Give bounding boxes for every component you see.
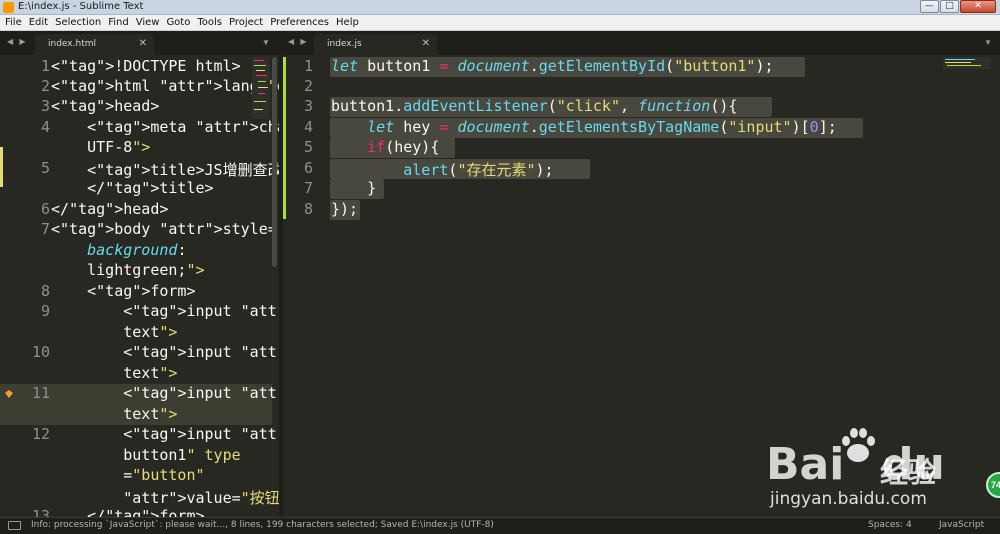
line-number: 5 [40,159,50,177]
tab-nav-arrows-icon[interactable]: ◀ ▶ [7,37,28,46]
code-line-html: <"tag">input "attr">type=" [51,384,279,402]
code-line-html: <"tag">title>JS增删查改 [51,161,279,179]
code-line-html: </"tag">head> [51,200,169,218]
line-number: 9 [40,302,50,320]
menu-find[interactable]: Find [108,15,129,30]
line-number: 7 [303,179,313,197]
line-number: 8 [40,282,50,300]
line-number: 8 [303,200,313,218]
code-line-js: let hey = document.getElementsByTagName(… [367,118,837,136]
code-line-js: } [331,179,377,197]
menu-bar: File Edit Selection Find View Goto Tools… [0,15,1000,31]
menu-file[interactable]: File [5,15,22,30]
tab-index-html[interactable]: index.html ✕ [35,34,154,55]
code-line-html: ="button" [51,466,205,484]
line-number: 13 [31,507,50,517]
line-number: 7 [40,220,50,238]
code-line-html: <"tag">form> [51,282,196,300]
line-number: 12 [31,425,50,443]
code-line-js: let button1 = document.getElementById("b… [331,57,774,75]
tab-nav-arrows-icon[interactable]: ◀ ▶ [288,37,309,46]
panel-toggle-icon[interactable] [8,521,21,530]
tab-label: index.html [48,39,96,49]
code-line-html: <"tag">html "attr">lang="en"> [51,77,279,95]
code-line-html: text"> [51,405,178,423]
editor-pane-html[interactable]: 1 2 3 4 5 6 7 8 9 10 11 12 13 <"tag">!DO… [0,55,279,517]
window-controls: — □ ✕ [920,0,996,13]
line-number: 2 [303,77,313,95]
line-number: 3 [40,97,50,115]
code-line-html: <"tag">meta "attr">charset=" [51,118,279,136]
code-line-html: text"> [51,323,178,341]
line-number: 10 [31,343,50,361]
line-number: 1 [40,57,50,75]
line-number: 4 [40,118,50,136]
code-line-js: }); [331,200,359,218]
tab-dropdown-icon[interactable]: ▼ [984,38,992,47]
tab-index-js[interactable]: index.js ✕ [314,34,437,55]
code-line-js: if(hey){ [367,138,440,156]
window-titlebar: E:\index.js - Sublime Text — □ ✕ [0,0,1000,15]
menu-goto[interactable]: Goto [166,15,190,30]
watermark-jingyan: 经验 [880,456,937,489]
code-line-html: </"tag">form> [51,507,205,517]
code-line-html: UTF-8"> [51,138,151,156]
menu-view[interactable]: View [136,15,160,30]
menu-tools[interactable]: Tools [197,15,222,30]
line-number: 6 [303,159,313,177]
line-number: 6 [40,200,50,218]
watermark-url: jingyan.baidu.com [770,489,927,509]
code-line-html: <"tag">input "attr">id=" [51,425,279,443]
right-tab-bar: ◀ ▶ index.js ✕ ▼ [281,31,1000,55]
code-line-js: alert("存在元素"); [403,161,554,179]
watermark-brand: Bai [766,439,845,490]
line-number: 3 [303,97,313,115]
code-line-html: <"tag">body "attr">style=" [51,220,279,238]
scrollbar-html[interactable] [272,57,277,267]
menu-preferences[interactable]: Preferences [270,15,329,30]
window-title: E:\index.js - Sublime Text [18,1,144,12]
left-tab-bar: ◀ ▶ index.html ✕ ▼ [0,31,281,55]
minimap-html[interactable] [252,57,270,119]
tab-close-icon[interactable]: ✕ [139,38,147,49]
code-line-html: <"tag">input "attr">type=" [51,302,279,320]
code-line-html: "attr">value="按钮"> [123,489,279,507]
code-line-html: <"tag">!DOCTYPE html> [51,57,241,75]
code-line-html: button1" type [51,446,241,464]
line-number: 4 [303,118,313,136]
menu-selection[interactable]: Selection [55,15,101,30]
status-bar: Info: processing `JavaScript`: please wa… [0,517,1000,534]
code-line-html: </"tag">title> [51,179,214,197]
menu-help[interactable]: Help [336,15,359,30]
baidu-jingyan-watermark: Bai du 经验 jingyan.baidu.com [760,425,990,515]
minimize-button[interactable]: — [920,0,939,13]
menu-project[interactable]: Project [229,15,263,30]
status-message: Info: processing `JavaScript`: please wa… [31,520,494,530]
indentation-setting[interactable]: Spaces: 4 [868,520,912,530]
line-number: 2 [40,77,50,95]
code-line-html: text"> [51,364,178,382]
code-line-html: <"tag">head> [51,97,160,115]
code-line-js: button1.addEventListener("click", functi… [331,97,738,115]
line-number: 5 [303,138,313,156]
maximize-button[interactable]: □ [940,0,959,13]
bookmark-icon [5,390,13,398]
minimap-js[interactable] [943,57,991,69]
tab-dropdown-icon[interactable]: ▼ [262,38,270,47]
code-line-html: <"tag">input "attr">type=" [51,343,279,361]
code-line-html: lightgreen;"> [51,261,205,279]
code-line-html: background: [87,241,187,259]
sublime-app-icon [3,2,14,13]
close-window-button[interactable]: ✕ [960,0,996,13]
line-number: 1 [303,57,313,75]
tab-label: index.js [327,39,362,49]
syntax-selector[interactable]: JavaScript [939,520,984,530]
tab-close-icon[interactable]: ✕ [422,38,430,49]
menu-edit[interactable]: Edit [29,15,48,30]
